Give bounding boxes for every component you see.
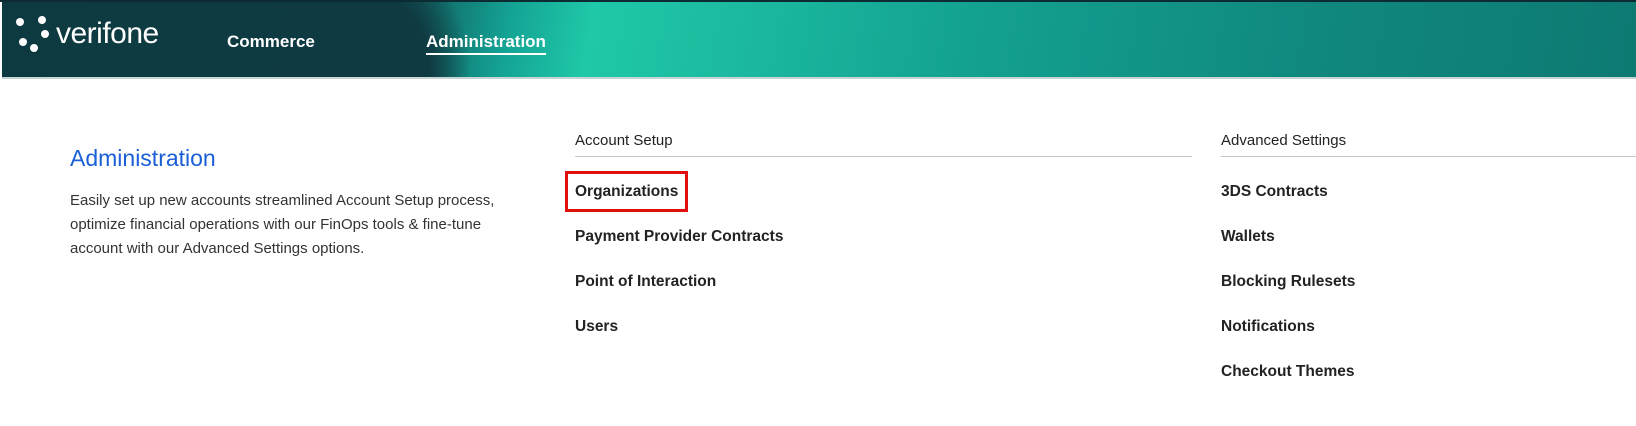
page-title: Administration	[70, 145, 216, 172]
account-setup-heading: Account Setup	[575, 132, 1192, 157]
account-setup-section: Account Setup Organizations Payment Prov…	[564, 132, 1192, 362]
link-users-label: Users	[575, 318, 619, 335]
link-payment-provider-contracts[interactable]: Payment Provider Contracts	[575, 227, 1192, 272]
link-blocking-rulesets[interactable]: Blocking Rulesets	[1221, 272, 1636, 317]
link-3ds-contracts-label: 3DS Contracts	[1221, 183, 1328, 200]
link-users[interactable]: Users	[575, 317, 1192, 362]
link-payment-provider-contracts-label: Payment Provider Contracts	[575, 228, 784, 245]
link-point-of-interaction[interactable]: Point of Interaction	[575, 272, 1192, 317]
link-blocking-rulesets-label: Blocking Rulesets	[1221, 273, 1356, 290]
link-wallets-label: Wallets	[1221, 228, 1275, 245]
advanced-settings-section: Advanced Settings 3DS Contracts Wallets …	[1221, 132, 1636, 407]
nav-administration[interactable]: Administration	[426, 32, 546, 55]
verifone-dots-icon	[16, 16, 50, 52]
advanced-settings-heading: Advanced Settings	[1221, 132, 1636, 157]
link-organizations-label: Organizations	[564, 171, 689, 212]
advanced-settings-list: 3DS Contracts Wallets Blocking Rulesets …	[1221, 182, 1636, 407]
link-notifications-label: Notifications	[1221, 318, 1315, 335]
link-wallets[interactable]: Wallets	[1221, 227, 1636, 272]
link-checkout-themes[interactable]: Checkout Themes	[1221, 362, 1636, 407]
link-checkout-themes-label: Checkout Themes	[1221, 363, 1355, 380]
nav-commerce[interactable]: Commerce	[227, 32, 315, 52]
link-notifications[interactable]: Notifications	[1221, 317, 1636, 362]
link-organizations[interactable]: Organizations	[564, 171, 1192, 227]
top-navigation-bar: verifone Commerce Administration	[2, 2, 1636, 79]
logo-text: verifone	[56, 17, 159, 50]
account-setup-list: Organizations Payment Provider Contracts…	[564, 171, 1192, 362]
page-description: Easily set up new accounts streamlined A…	[70, 192, 495, 257]
link-3ds-contracts[interactable]: 3DS Contracts	[1221, 182, 1636, 227]
link-point-of-interaction-label: Point of Interaction	[575, 273, 717, 290]
verifone-logo[interactable]: verifone	[16, 14, 159, 54]
